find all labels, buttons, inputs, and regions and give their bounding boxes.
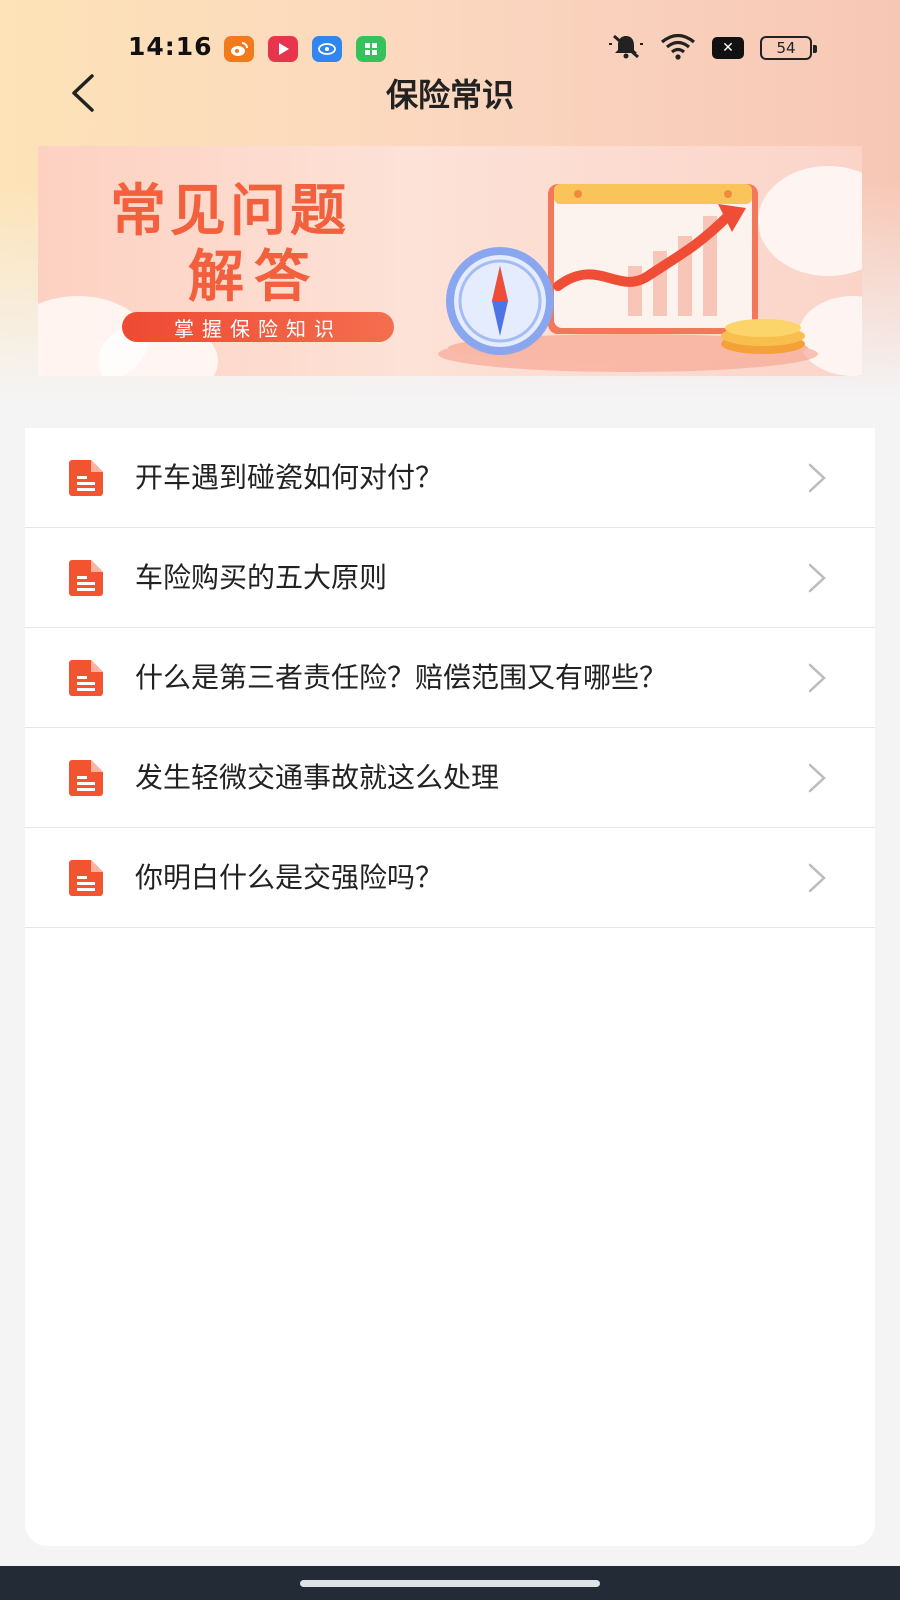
- list-item[interactable]: 什么是第三者责任险？赔偿范围又有哪些？: [25, 628, 875, 728]
- document-icon: [69, 760, 103, 796]
- mute-icon: [608, 32, 644, 64]
- wifi-icon: [660, 32, 696, 64]
- growth-chart-illustration: [438, 184, 818, 372]
- battery-indicator: 54: [760, 36, 817, 60]
- list-item-label: 你明白什么是交强险吗？: [135, 861, 444, 894]
- list-item-label: 开车遇到碰瓷如何对付？: [135, 461, 444, 494]
- document-icon: [69, 660, 103, 696]
- article-list: 开车遇到碰瓷如何对付？ 车险购买的五大原则 什么是第三者责任险？赔偿范围又有哪些…: [25, 428, 875, 1546]
- chevron-right-icon: [808, 463, 826, 493]
- list-item-label: 什么是第三者责任险？赔偿范围又有哪些？: [135, 661, 668, 694]
- list-item-label: 发生轻微交通事故就这么处理: [135, 761, 500, 794]
- document-icon: [69, 460, 103, 496]
- list-item-label: 车险购买的五大原则: [135, 561, 388, 594]
- browser-icon: [312, 36, 342, 62]
- page-title: 保险常识: [385, 76, 514, 114]
- system-nav-bar: [0, 1566, 900, 1600]
- weibo-icon: [224, 36, 254, 62]
- store-icon: [356, 36, 386, 62]
- banner-title-line2: 解答: [188, 245, 320, 310]
- list-item[interactable]: 车险购买的五大原则: [25, 528, 875, 628]
- chevron-right-icon: [808, 863, 826, 893]
- list-item[interactable]: 开车遇到碰瓷如何对付？: [25, 428, 875, 528]
- banner-pill: 掌握保险知识: [122, 312, 394, 342]
- video-icon: [268, 36, 298, 62]
- status-indicators: ✕ 54: [608, 32, 817, 64]
- chevron-right-icon: [808, 663, 826, 693]
- status-time: 14:16: [128, 32, 213, 61]
- home-indicator[interactable]: [300, 1580, 600, 1587]
- close-badge-icon: ✕: [712, 37, 744, 59]
- chevron-right-icon: [808, 763, 826, 793]
- document-icon: [69, 860, 103, 896]
- chevron-right-icon: [808, 563, 826, 593]
- list-item[interactable]: 发生轻微交通事故就这么处理: [25, 728, 875, 828]
- faq-banner[interactable]: 常见问题 解答 掌握保险知识: [38, 146, 862, 376]
- document-icon: [69, 560, 103, 596]
- list-item[interactable]: 你明白什么是交强险吗？: [25, 828, 875, 928]
